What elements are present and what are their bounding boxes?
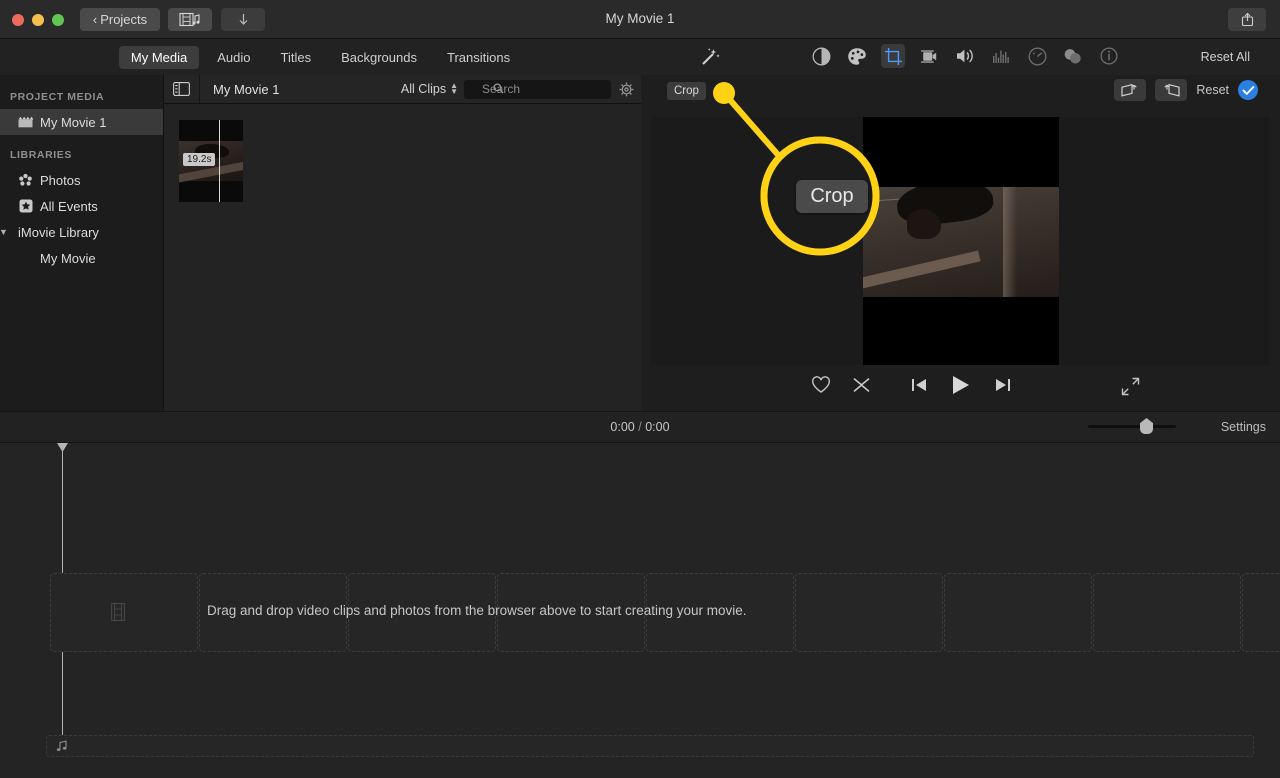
volume-icon[interactable] [953,44,977,68]
crop-mode-label: Crop [667,82,706,100]
reset-all-button[interactable]: Reset All [1201,50,1250,64]
sidebar-toggle-icon[interactable] [164,75,200,103]
timecode-separator: / [638,420,642,434]
photos-flower-icon [18,173,33,188]
play-icon[interactable] [950,374,972,396]
crop-actions: Reset [1114,79,1258,101]
fullscreen-expand-icon[interactable] [1121,377,1140,396]
share-button[interactable] [1228,8,1266,31]
clapperboard-icon [18,115,33,130]
noise-reduction-equalizer-icon[interactable] [989,44,1013,68]
checkmark-apply-icon[interactable] [1238,80,1258,100]
timeline-dropzone[interactable] [1242,573,1280,652]
browser-header: My Movie 1 All Clips ▲ ▼ Search [164,75,641,104]
sidebar-item-my-movie[interactable]: My Movie [0,245,163,271]
gear-icon[interactable] [611,82,641,97]
playback-controls [641,374,1280,396]
crop-control-bar: Crop Reset [641,75,1280,107]
search-input[interactable]: Search [464,79,611,99]
playhead-handle[interactable] [57,443,68,452]
sidebar-item-label: My Movie 1 [40,114,107,130]
sidebar-section-libraries: LIBRARIES [10,149,72,161]
viewer-stage [651,117,1270,365]
browser-title: My Movie 1 [213,81,280,97]
info-icon[interactable] [1097,44,1121,68]
timeline-toolbar: 0:00 / 0:00 Settings [0,411,1280,443]
browser-tab-bar: My Media Audio Titles Backgrounds Transi… [0,39,641,75]
search-icon [493,83,504,94]
sidebar-item-label: All Events [40,198,98,214]
share-export-icon [1241,12,1254,27]
clips-filter-dropdown[interactable]: All Clips ▲ ▼ [400,81,464,97]
tab-titles[interactable]: Titles [269,46,324,69]
timeline-dropzone[interactable] [50,573,198,652]
timeline-dropzone[interactable] [795,573,943,652]
filmstrip-icon [111,603,125,621]
frame-detail-bar [863,250,981,291]
speed-gauge-icon[interactable] [1025,44,1049,68]
tab-audio[interactable]: Audio [205,46,262,69]
timeline-panel[interactable]: Drag and drop video clips and photos fro… [0,443,1280,778]
frame-detail-shape-b [907,209,941,239]
disclosure-triangle-icon[interactable]: ▼ [0,227,9,237]
media-clip-thumbnail[interactable]: 19.2s [179,120,243,202]
tab-transitions[interactable]: Transitions [435,46,522,69]
crop-icon[interactable] [881,44,905,68]
crop-reset-button[interactable]: Reset [1196,83,1229,97]
callout-crop-label: Crop [796,179,868,213]
timeline-dropzone[interactable] [1093,573,1241,652]
adjustment-tool-group [809,44,1121,68]
clip-duration-badge: 19.2s [183,153,216,166]
media-browser: 19.2s [164,104,641,411]
color-correction-palette-icon[interactable] [845,44,869,68]
skip-previous-icon[interactable] [911,377,927,393]
sidebar-section-project-media: PROJECT MEDIA [10,91,105,103]
clip-filter-icon[interactable] [1061,44,1085,68]
sidebar-item-label: My Movie [40,250,96,266]
rotate-clockwise-icon[interactable] [1155,79,1188,101]
title-bar: ‹ Projects My Movie 1 [0,0,1280,39]
sidebar-item-photos[interactable]: Photos [0,167,163,193]
sidebar-item-label: iMovie Library [18,224,99,240]
frame-detail-highlight [1003,187,1017,297]
up-down-stepper-icon: ▲ ▼ [450,81,458,96]
star-box-icon [18,199,33,214]
imovie-window: ‹ Projects My Movie 1 My Media Audio Tit… [0,0,1280,778]
viewer-toolbar: Reset All [641,39,1280,75]
rotate-counterclockwise-icon[interactable] [1114,79,1147,101]
clip-skimmer-line [219,120,220,202]
sidebar-item-imovie-library[interactable]: ▼ iMovie Library [0,219,163,245]
callout-magnifier-content: Crop [765,141,875,251]
sidebar-item-label: Photos [40,172,81,188]
color-balance-icon[interactable] [809,44,833,68]
stabilization-camera-icon[interactable] [917,44,941,68]
clips-filter-label: All Clips [400,82,447,96]
viewer-transport-bar [641,365,1280,411]
total-time: 0:00 [645,420,670,434]
window-title: My Movie 1 [605,11,675,26]
sidebar-item-all-events[interactable]: All Events [0,193,163,219]
skip-next-icon[interactable] [995,377,1011,393]
timeline-audio-track[interactable] [46,735,1254,757]
tab-my-media[interactable]: My Media [118,45,200,69]
timeline-dropzone[interactable] [944,573,1092,652]
sidebar-item-my-movie-1[interactable]: My Movie 1 [0,109,163,135]
settings-button[interactable]: Settings [1221,420,1266,434]
current-time: 0:00 [610,420,635,434]
music-note-icon [56,740,68,752]
video-preview[interactable] [863,117,1059,365]
tab-backgrounds[interactable]: Backgrounds [329,46,429,69]
library-sidebar: PROJECT MEDIA My Movie 1 LIBRARIES Photo… [0,75,164,411]
magic-wand-icon[interactable] [699,46,721,68]
timeline-zoom-slider[interactable] [1088,418,1176,434]
video-frame-image [863,187,1059,297]
timeline-placeholder-message: Drag and drop video clips and photos fro… [207,603,747,618]
